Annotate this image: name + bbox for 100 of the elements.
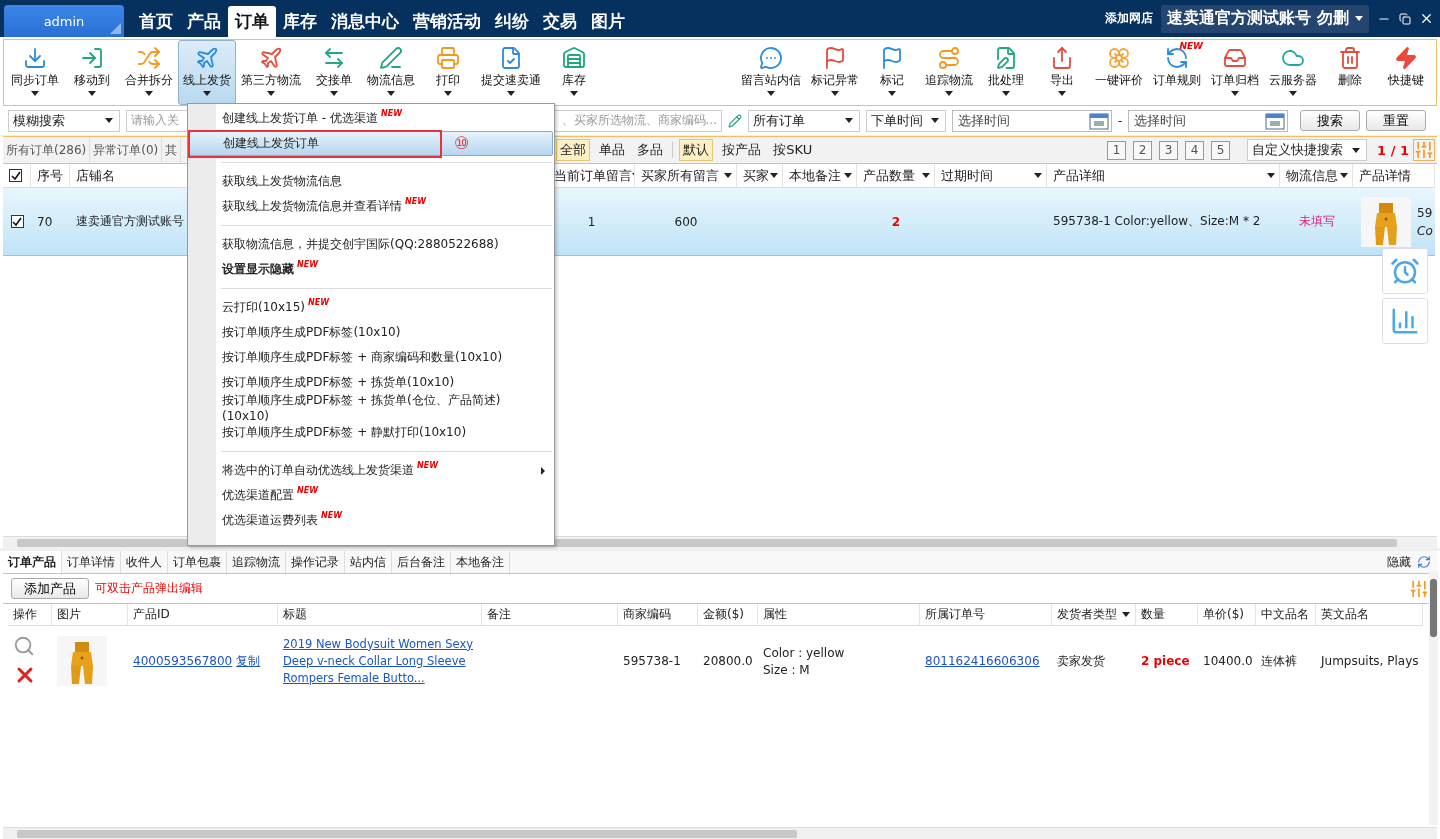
toolbar-button[interactable]: 订单归档 xyxy=(1206,40,1264,105)
sort-chip[interactable]: 按产品 xyxy=(719,140,765,160)
filter-chip[interactable]: 单品 xyxy=(596,140,629,160)
restore-icon[interactable] xyxy=(1399,12,1411,25)
nav-tab[interactable]: 首页 xyxy=(132,6,180,37)
close-icon[interactable] xyxy=(1419,11,1434,26)
toolbar-button[interactable]: 一键评价 xyxy=(1090,40,1148,105)
sort-chip[interactable]: 默认 xyxy=(679,139,714,161)
toolbar-button[interactable]: 快捷键 xyxy=(1378,40,1434,105)
order-tab[interactable]: 异常订单(0) xyxy=(90,137,163,163)
search-mode-select[interactable]: 模糊搜索 xyxy=(8,109,120,132)
reset-button[interactable]: 重置 xyxy=(1366,110,1427,131)
time-type-select[interactable]: 下单时间 xyxy=(866,109,946,132)
nav-tab[interactable]: 库存 xyxy=(276,6,324,37)
page-button[interactable]: 3 xyxy=(1159,140,1179,160)
calendar-icon[interactable] xyxy=(1089,111,1109,130)
toolbar-button[interactable]: 标记异常 xyxy=(806,40,864,105)
copy-link[interactable]: 复制 xyxy=(236,652,261,670)
menu-item[interactable]: 将选中的订单自动优选线上发货渠道 NEW xyxy=(189,458,553,483)
add-product-button[interactable]: 添加产品 xyxy=(11,578,89,599)
order-number-link[interactable]: 801162416606306 xyxy=(925,652,1047,670)
caret-icon[interactable] xyxy=(724,173,732,178)
filter-chip[interactable]: 多品 xyxy=(634,140,667,160)
sort-chip[interactable]: 按SKU xyxy=(770,140,816,160)
calendar-icon[interactable] xyxy=(1265,111,1286,130)
detail-tab[interactable]: 订单包裹 xyxy=(168,551,227,573)
detail-tab[interactable]: 订单产品 xyxy=(3,551,62,573)
scrollbar[interactable] xyxy=(1429,571,1438,825)
page-button[interactable]: 4 xyxy=(1185,140,1205,160)
toolbar-button[interactable]: 批处理 xyxy=(978,40,1034,105)
hide-link[interactable]: 隐藏 xyxy=(1387,553,1411,571)
toolbar-button[interactable]: 线上发货 xyxy=(178,40,236,105)
toolbar-button[interactable]: 同步订单 xyxy=(6,40,64,105)
toolbar-button[interactable]: 云服务器 xyxy=(1264,40,1322,105)
detail-tab[interactable]: 订单详情 xyxy=(62,551,121,573)
date-field[interactable]: 选择时间 xyxy=(952,109,1112,132)
nav-tab[interactable]: 产品 xyxy=(180,6,228,37)
title-link[interactable]: 2019 New Bodysuit Women Sexy Deep v-neck Collar Long Sleeve Rompers Female Butto... xyxy=(283,635,479,687)
detail-tab[interactable]: 本地备注 xyxy=(451,551,510,573)
menu-item[interactable]: 按订单顺序生成PDF标签 + 拣货单(仓位、产品简述)(10x10) xyxy=(189,395,553,420)
order-scope-select[interactable]: 所有订单 xyxy=(748,109,860,132)
column-header: 所属订单号 xyxy=(920,604,1052,626)
nav-tab[interactable]: 订单 xyxy=(228,6,276,37)
caret-icon[interactable] xyxy=(1034,173,1042,178)
toolbar-button[interactable]: 追踪物流 xyxy=(920,40,978,105)
search-button[interactable]: 搜索 xyxy=(1300,110,1361,131)
toolbar-button[interactable]: NEW 订单规则 xyxy=(1148,40,1206,105)
toolbar-button[interactable]: 移动到 xyxy=(64,40,120,105)
menu-item[interactable]: 创建线上发货订单 - 优选渠道 NEW xyxy=(189,106,553,131)
filter-chip[interactable]: 全部 xyxy=(556,139,591,161)
nav-tab[interactable]: 营销活动 xyxy=(406,6,488,37)
account-select[interactable]: 速卖通官方测试账号 勿删 xyxy=(1161,4,1369,33)
toolbar-button[interactable]: 标记 xyxy=(864,40,920,105)
caret-icon[interactable] xyxy=(1340,173,1348,178)
caret-icon[interactable] xyxy=(1122,612,1130,617)
menu-item[interactable]: 按订单顺序生成PDF标签 + 静默打印(10x10) xyxy=(189,420,553,445)
nav-tab[interactable]: 消息中心 xyxy=(324,6,406,37)
caret-icon[interactable] xyxy=(770,173,778,178)
detail-tab[interactable]: 追踪物流 xyxy=(227,551,286,573)
user-menu[interactable]: admin xyxy=(4,5,124,37)
product-id-link[interactable]: 4000593567800 xyxy=(133,652,233,670)
caret-icon[interactable] xyxy=(844,173,852,178)
quick-search-select[interactable]: 自定义快捷搜索 xyxy=(1247,139,1368,161)
nav-tab[interactable]: 纠纷 xyxy=(488,6,536,37)
menu-item[interactable]: 设置显示隐藏 NEW xyxy=(189,257,553,282)
toolbar-button[interactable]: 删除 xyxy=(1322,40,1378,105)
menu-item[interactable]: 云打印(10x15) NEW xyxy=(189,295,553,320)
toolbar-button[interactable]: 合并拆分 xyxy=(120,40,178,105)
checkbox[interactable] xyxy=(9,169,22,182)
detail-tab[interactable]: 操作记录 xyxy=(286,551,345,573)
search-icon[interactable] xyxy=(13,635,35,657)
refresh-icon[interactable] xyxy=(1417,555,1431,569)
detail-tab[interactable]: 站内信 xyxy=(345,551,392,573)
menu-item[interactable]: 按订单顺序生成PDF标签(10x10) xyxy=(189,320,553,345)
toolbar-button[interactable]: 库存 xyxy=(546,40,602,105)
menu-item[interactable]: 优选渠道配置 NEW xyxy=(189,483,553,508)
page-button[interactable]: 2 xyxy=(1133,140,1153,160)
nav-tab[interactable]: 图片 xyxy=(584,6,632,37)
scrollbar[interactable] xyxy=(3,827,1437,839)
caret-icon[interactable] xyxy=(1267,173,1275,178)
toolbar-button[interactable]: 留言站内信 xyxy=(736,40,806,105)
menu-item[interactable]: 优选渠道运费列表 NEW xyxy=(189,508,553,533)
page-button[interactable]: 5 xyxy=(1211,140,1231,160)
menu-item[interactable]: 按订单顺序生成PDF标签 + 商家编码和数量(10x10) xyxy=(189,345,553,370)
order-tab[interactable]: 其 xyxy=(162,137,182,163)
checkbox[interactable] xyxy=(10,215,24,228)
date-field[interactable]: 选择时间 xyxy=(1128,109,1289,132)
bar-chart-icon[interactable] xyxy=(1382,298,1428,344)
menu-item[interactable]: 按订单顺序生成PDF标签 + 拣货单(10x10) xyxy=(189,370,553,395)
toolbar-button[interactable]: 导出 xyxy=(1034,40,1090,105)
add-shop-link[interactable]: 添加网店 xyxy=(1105,10,1154,27)
alarm-clock-icon[interactable] xyxy=(1382,248,1428,294)
caret-icon[interactable] xyxy=(922,173,930,178)
pencil-icon[interactable] xyxy=(728,113,742,128)
menu-item[interactable]: 创建线上发货订单 ⑩ xyxy=(189,131,553,156)
page-button[interactable]: 1 xyxy=(1107,140,1127,160)
detail-tab[interactable]: 收件人 xyxy=(121,551,168,573)
nav-tab[interactable]: 交易 xyxy=(536,6,584,37)
detail-tab[interactable]: 后台备注 xyxy=(392,551,451,573)
order-tab[interactable]: 所有订单(286) xyxy=(3,137,91,163)
